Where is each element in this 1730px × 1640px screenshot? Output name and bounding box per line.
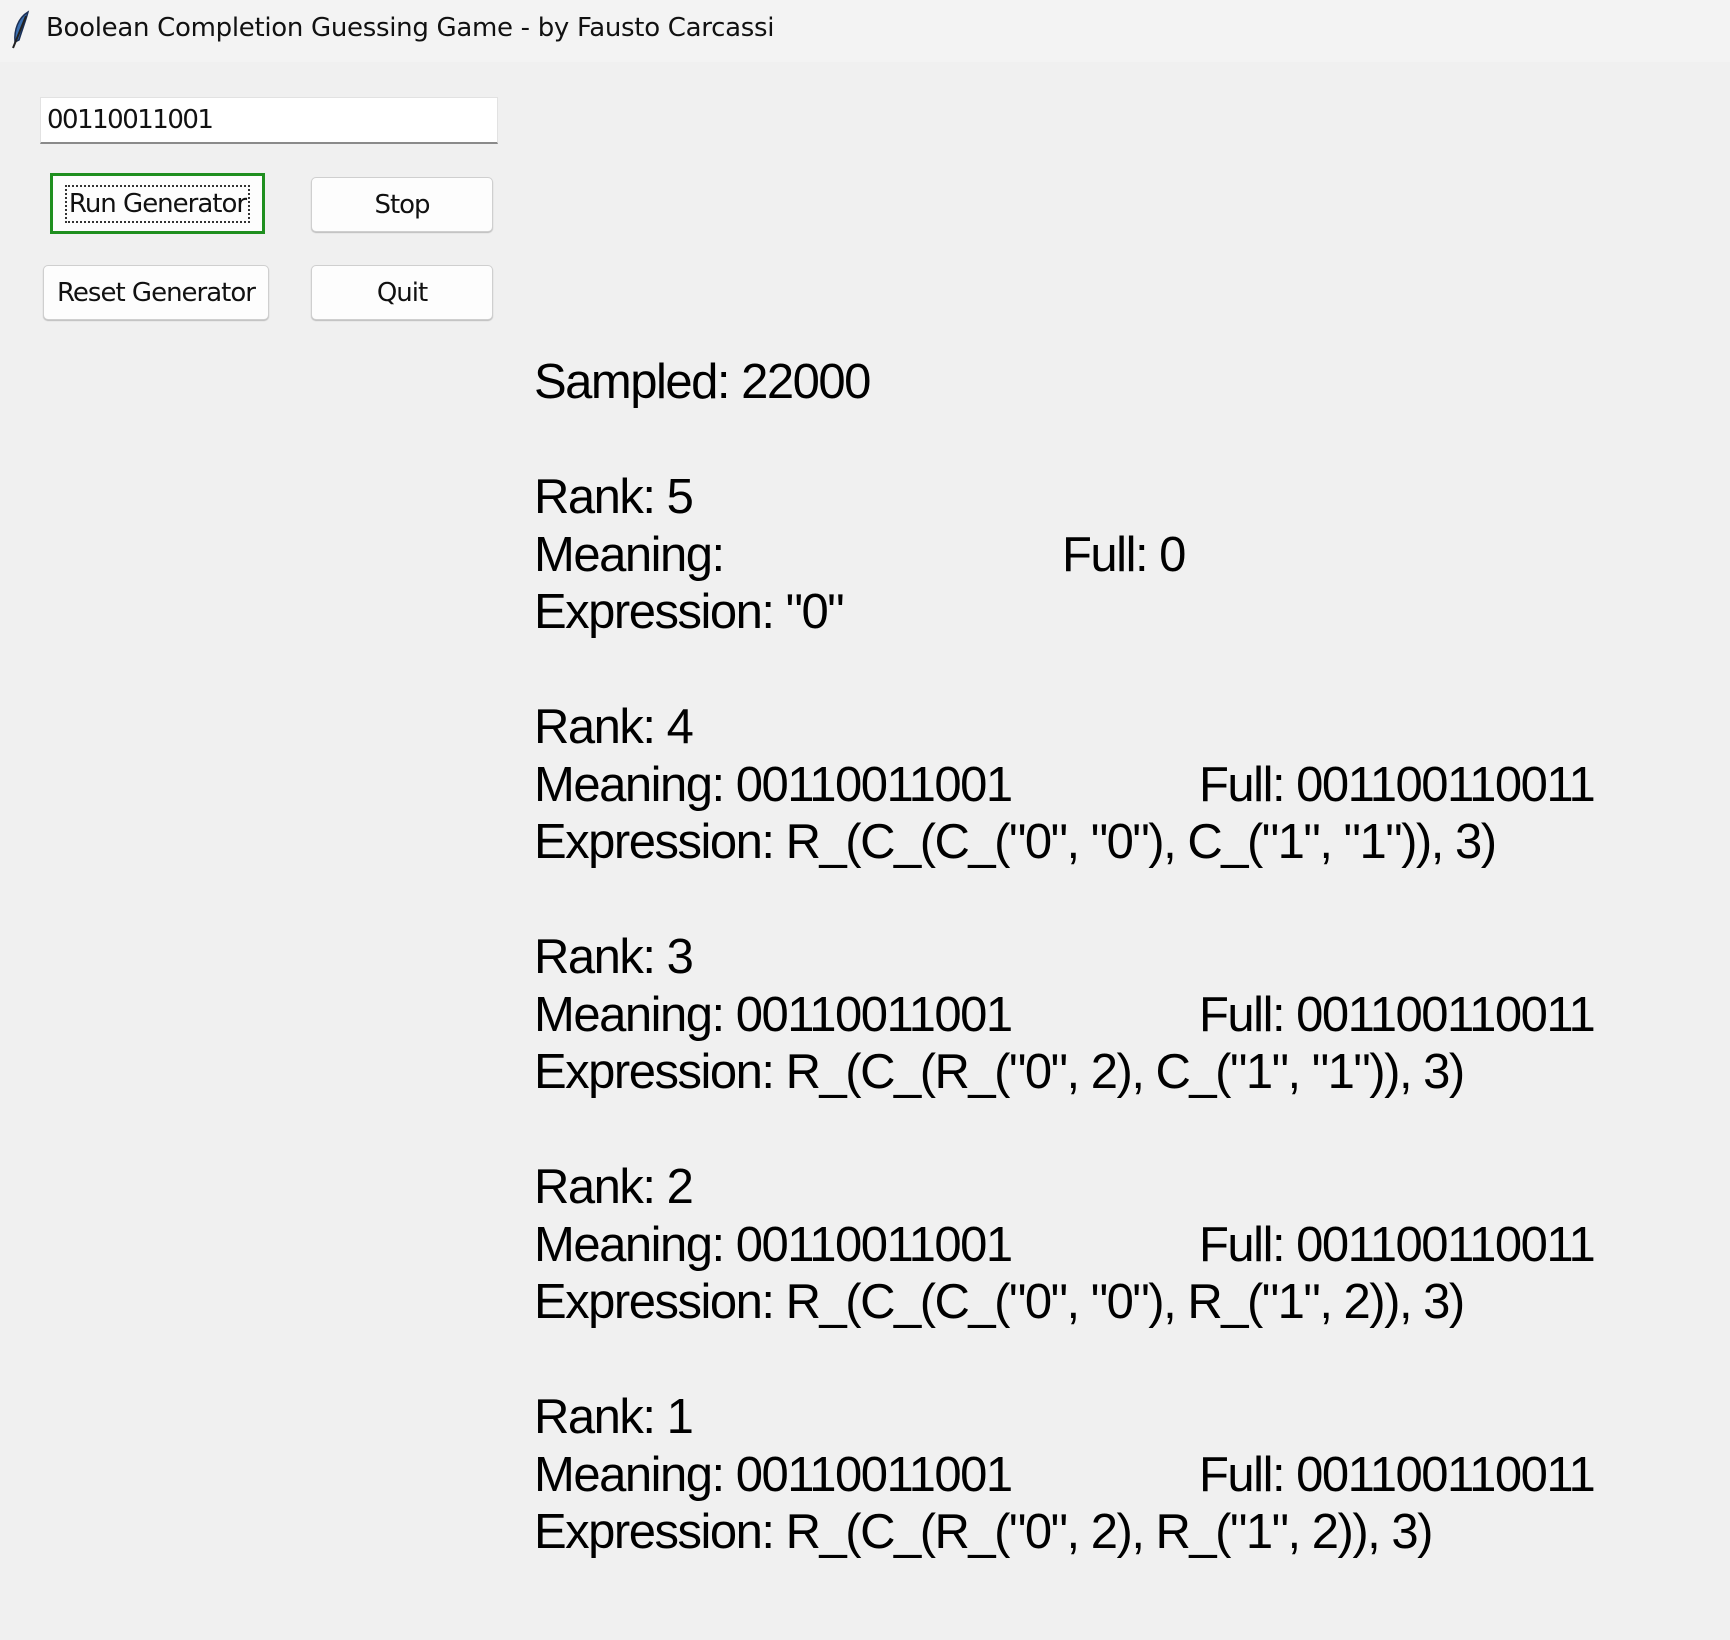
- expression-label: Expression: R_(C_(R_("0", 2), R_("1", 2)…: [534, 1505, 1433, 1559]
- full-label: Full: 001100110011: [1199, 987, 1596, 1042]
- meaning-label: Meaning:: [534, 527, 725, 582]
- expression-label: Expression: R_(C_(C_("0", "0"), R_("1", …: [534, 1275, 1465, 1329]
- sampled-count: Sampled: 22000: [534, 355, 871, 409]
- expression-label: Expression: R_(C_(R_("0", 2), C_("1", "1…: [534, 1045, 1465, 1099]
- title-bar: Boolean Completion Guessing Game - by Fa…: [0, 0, 1730, 62]
- result-entry: Rank: 4 Meaning: 00110011001 Full: 001100…: [534, 699, 1596, 929]
- full-label: Full: 001100110011: [1199, 1447, 1596, 1502]
- result-entry: Rank: 5 Meaning: Full: 0 Expression: "0": [534, 469, 1496, 699]
- rank-label: Rank: 4: [534, 700, 694, 754]
- result-entry: Rank: 2 Meaning: 00110011001 Full: 001100…: [534, 1159, 1596, 1389]
- meaning-label: Meaning: 00110011001: [534, 757, 1013, 812]
- reset-generator-button[interactable]: Reset Generator: [43, 265, 269, 320]
- rank-label: Rank: 1: [534, 1390, 694, 1444]
- meaning-label: Meaning: 00110011001: [534, 987, 1013, 1042]
- rank-label: Rank: 3: [534, 930, 694, 984]
- expression-label: Expression: "0": [534, 585, 845, 639]
- reset-generator-label: Reset Generator: [57, 277, 256, 308]
- stop-button[interactable]: Stop: [311, 177, 493, 232]
- run-generator-label: Run Generator: [64, 184, 251, 223]
- result-entry: Rank: 3 Meaning: 00110011001 Full: 001100…: [534, 929, 1596, 1159]
- full-label: Full: 001100110011: [1199, 757, 1596, 812]
- full-label: Full: 0: [1062, 527, 1186, 582]
- result-entry: Rank: 1 Meaning: 00110011001 Full: 001100…: [534, 1389, 1596, 1562]
- meaning-label: Meaning: 00110011001: [534, 1447, 1013, 1502]
- results-output: Sampled: 22000 Rank: 5 Meaning: Full: 0 …: [534, 354, 1596, 1562]
- quit-button[interactable]: Quit: [311, 265, 493, 320]
- window-title: Boolean Completion Guessing Game - by Fa…: [46, 13, 775, 43]
- run-generator-button[interactable]: Run Generator: [50, 173, 265, 234]
- rank-label: Rank: 5: [534, 470, 694, 524]
- pattern-input[interactable]: [40, 97, 498, 144]
- rank-label: Rank: 2: [534, 1160, 694, 1214]
- full-label: Full: 001100110011: [1199, 1217, 1596, 1272]
- feather-icon: [12, 10, 30, 49]
- meaning-label: Meaning: 00110011001: [534, 1217, 1013, 1272]
- quit-label: Quit: [376, 277, 428, 308]
- expression-label: Expression: R_(C_(C_("0", "0"), C_("1", …: [534, 815, 1497, 869]
- stop-label: Stop: [374, 189, 430, 220]
